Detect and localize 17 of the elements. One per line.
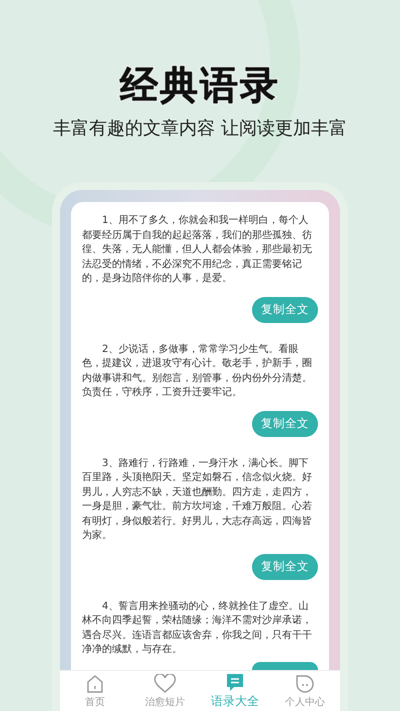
tab[interactable]: 治愈短片: [130, 671, 200, 711]
quote-text: 4、誓言用来拴骚动的心，终就拴住了虚空。山林不向四季起誓，荣枯随缘；海洋不需对沙岸承诺，遇合尽兴。连语言都应该舍弃，你我之间，只有干干净净的缄默，与存在。: [82, 600, 313, 657]
tab[interactable]: 个人中心: [270, 671, 340, 711]
tab[interactable]: 首页: [60, 671, 130, 711]
copy-button[interactable]: 复制全文: [252, 410, 318, 436]
copy-button[interactable]: [252, 662, 318, 670]
face-icon: [295, 674, 315, 694]
page-title: 经典语录: [120, 62, 280, 108]
quote-text: 1、用不了多久，你就会和我一样明白，每个人都要经历属于自我的起起落落，我们的那些孤独、彷徨、失落，无人能懂，但人人都会体验，那些最初无法忍受的情绪，不必深究不用纪念，真正需要铭记的，是身边陪伴你的人事，是爱。: [82, 214, 313, 286]
heart-icon: [154, 674, 176, 694]
page-subtitle: 丰富有趣的文章内容 让阅读更加丰富: [53, 117, 347, 141]
copy-button[interactable]: 复制全文: [252, 554, 318, 580]
copy-button[interactable]: 复制全文: [252, 296, 318, 322]
quote-text: 3、路难行，行路难，一身汗水，满心长。脚下百里路，头顶艳阳天。坚定如磐石，信念似火烧。好男儿，人穷志不缺，天道也酬勤。四方走，走四方，一身是胆，豪气壮。前方坎坷途，千难万般阻。心若有明灯，身似般若行。好男儿，大志存高远，四海皆为家。: [82, 456, 313, 543]
quote-text: 2、少说话，多做事，常常学习少生气。看眼色，提建议，进退攻守有心计。敬老手，护新手，圈内做事讲和气。别怨言，别管事，份内份外分清楚。负责任，守秩序，工资升迁要牢记。: [82, 342, 313, 400]
tab[interactable]: 语录大全: [200, 671, 270, 711]
home-icon: [85, 674, 105, 694]
